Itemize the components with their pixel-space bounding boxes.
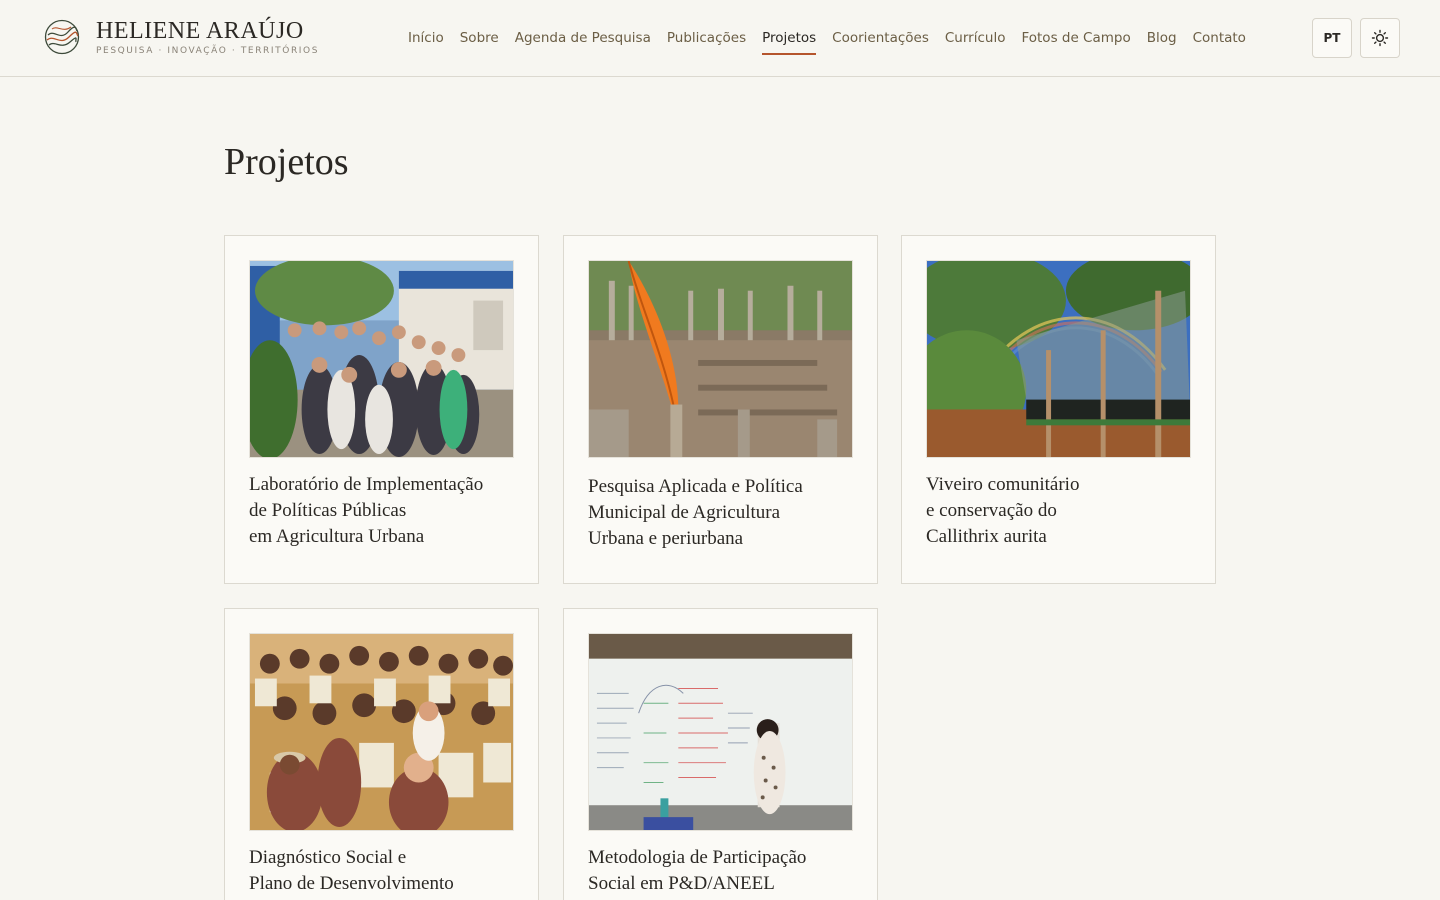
language-button[interactable]: PT: [1312, 18, 1352, 58]
sun-icon: [1371, 29, 1389, 47]
brand-home-link[interactable]: HELIENE ARAÚJO PESQUISA · INOVAÇÃO · TER…: [44, 18, 319, 56]
wave-logo-icon: [44, 19, 80, 55]
project-title: Diagnóstico Social e Plano de Desenvolvi…: [249, 847, 454, 894]
nav-item-blog[interactable]: Blog: [1139, 0, 1185, 76]
project-title: Pesquisa Aplicada e Política Municipal d…: [588, 476, 803, 549]
project-title: Laboratório de Implementação de Política…: [249, 474, 484, 547]
nav-item-contato[interactable]: Contato: [1185, 0, 1254, 76]
project-image-feather: [588, 260, 853, 458]
project-image-nursery: [926, 260, 1191, 458]
nav-item-fotos-de-campo[interactable]: Fotos de Campo: [1013, 0, 1138, 76]
project-card[interactable]: Pesquisa Aplicada e Política Municipal d…: [563, 235, 878, 584]
project-image-group-photo: [249, 260, 514, 458]
page-title: Projetos: [224, 141, 349, 183]
project-title: Metodologia de Participação Social em P&…: [588, 847, 807, 894]
project-title: Viveiro comunitário e conservação do Cal…: [926, 474, 1080, 547]
main-nav: Início Sobre Agenda de Pesquisa Publicaç…: [400, 0, 1254, 76]
nav-item-curriculo[interactable]: Currículo: [937, 0, 1014, 76]
nav-item-inicio[interactable]: Início: [400, 0, 452, 76]
nav-item-agenda-de-pesquisa[interactable]: Agenda de Pesquisa: [507, 0, 659, 76]
project-card[interactable]: Viveiro comunitário e conservação do Cal…: [901, 235, 1216, 584]
nav-item-publicacoes[interactable]: Publicações: [659, 0, 754, 76]
project-card[interactable]: Diagnóstico Social e Plano de Desenvolvi…: [224, 608, 539, 900]
project-image-crowd: [249, 633, 514, 831]
theme-toggle-button[interactable]: [1360, 18, 1400, 58]
project-image-whiteboard: [588, 633, 853, 831]
brand-name: HELIENE ARAÚJO: [96, 18, 304, 44]
nav-item-sobre[interactable]: Sobre: [452, 0, 507, 76]
site-header: HELIENE ARAÚJO PESQUISA · INOVAÇÃO · TER…: [0, 0, 1440, 77]
nav-item-coorientacoes[interactable]: Coorientações: [824, 0, 937, 76]
brand-tagline: PESQUISA · INOVAÇÃO · TERRITÓRIOS: [96, 46, 320, 56]
project-card[interactable]: Laboratório de Implementação de Política…: [224, 235, 539, 584]
nav-item-projetos[interactable]: Projetos: [754, 0, 824, 76]
project-card[interactable]: Metodologia de Participação Social em P&…: [563, 608, 878, 900]
